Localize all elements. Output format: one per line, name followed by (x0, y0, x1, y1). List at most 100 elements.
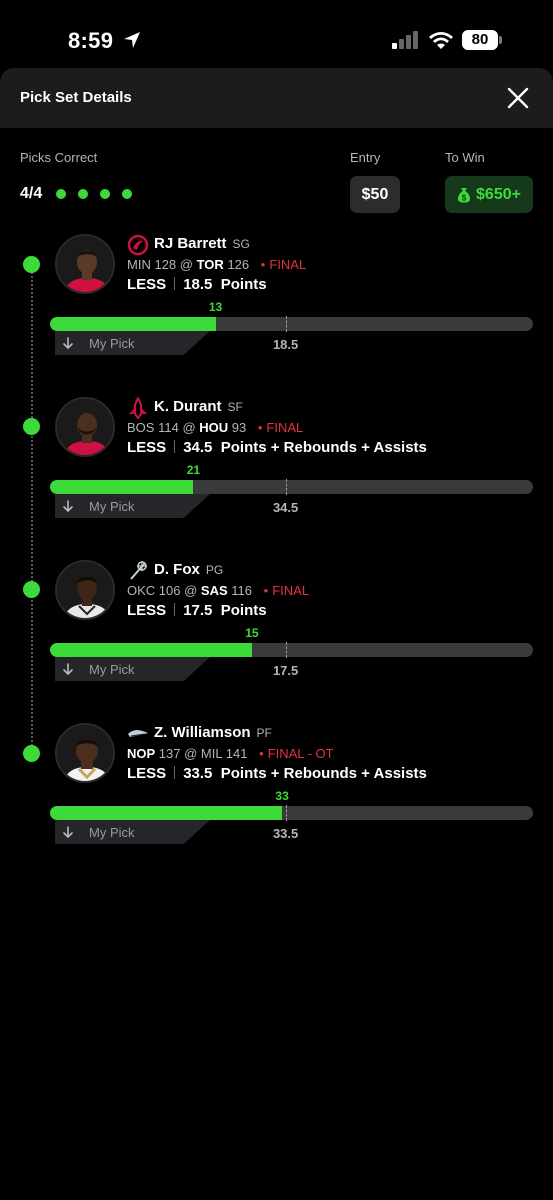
my-pick-tab[interactable]: My Pick (55, 331, 210, 355)
wifi-icon (429, 32, 453, 49)
pick-direction: LESS (127, 602, 167, 619)
status-separator: • (263, 583, 269, 598)
player-name-text: RJ Barrett (154, 235, 227, 252)
my-pick-label: My Pick (89, 335, 135, 351)
picks-correct-value: 4/4 (20, 185, 43, 202)
pick-projection: LESS 18.5 Points (127, 276, 267, 293)
player-position: SF (227, 400, 243, 414)
separator (174, 440, 176, 453)
player-position: PF (256, 726, 272, 740)
rockets-logo-icon (128, 397, 148, 419)
home-team: HOU (199, 420, 229, 435)
close-icon (507, 87, 529, 109)
my-pick-tab[interactable]: My Pick (55, 820, 210, 844)
money-bag-icon: $ (458, 187, 471, 202)
sheet-header: Pick Set Details (0, 68, 553, 128)
away-score: 114 (158, 420, 179, 435)
line-marker (285, 805, 287, 821)
arrow-down-icon (63, 337, 73, 349)
player-headshot-icon (57, 725, 113, 781)
player-name-text: Z. Williamson (154, 724, 251, 741)
to-win-label: To Win (445, 150, 485, 165)
player-name: K. Durant SF (154, 398, 243, 415)
player-name: D. Fox PG (154, 561, 223, 578)
player-name: Z. Williamson PF (154, 724, 272, 741)
game-score: MIN 128 @ TOR 126 • FINAL (127, 257, 307, 272)
game-status: FINAL - OT (267, 746, 334, 761)
line-label: 33.5 (272, 826, 299, 841)
line-label: 34.5 (272, 500, 299, 515)
game-status: FINAL (269, 257, 307, 272)
pick-line-value: 18.5 (183, 276, 213, 293)
player-name: RJ Barrett SG (154, 235, 250, 252)
entry-label: Entry (350, 150, 381, 165)
entry-amount: $50 (350, 176, 400, 213)
arrow-down-icon (63, 663, 73, 675)
pick-card[interactable]: Z. Williamson PF NOP 137 @ MIL 141 • FINAL… (0, 723, 553, 883)
actual-stat-label: 21 (186, 463, 201, 477)
pick-card[interactable]: D. Fox PG OKC 106 @ SAS 116 • FINAL LESS 17… (0, 560, 553, 720)
progress-track (50, 317, 533, 331)
pick-line-value: 17.5 (183, 602, 213, 619)
line-label: 18.5 (272, 337, 299, 352)
cellular-signal-icon (392, 31, 418, 49)
home-team: SAS (200, 583, 228, 598)
separator (174, 277, 176, 290)
actual-stat-label: 13 (208, 300, 223, 314)
my-pick-tab[interactable]: My Pick (55, 494, 210, 518)
page-title: Pick Set Details (20, 89, 132, 106)
game-score: BOS 114 @ HOU 93 • FINAL (127, 420, 304, 435)
battery-tip (499, 36, 502, 44)
player-avatar (55, 560, 115, 620)
player-avatar (55, 234, 115, 294)
away-score: 128 (154, 257, 177, 272)
correct-dot (56, 189, 66, 199)
player-headshot-icon (57, 562, 113, 618)
progress-track (50, 643, 533, 657)
pick-stat: Points (220, 276, 267, 293)
pick-direction: LESS (127, 276, 167, 293)
status-separator: • (260, 257, 266, 272)
player-name-text: K. Durant (154, 398, 222, 415)
away-score: 137 (158, 746, 181, 761)
home-score: 93 (231, 420, 247, 435)
player-headshot-icon (57, 236, 113, 292)
player-name-text: D. Fox (154, 561, 200, 578)
home-score: 126 (227, 257, 250, 272)
progress-track (50, 806, 533, 820)
away-team: BOS (127, 420, 155, 435)
away-team: NOP (127, 746, 156, 761)
battery-icon: 80 (462, 30, 502, 50)
home-score: 141 (225, 746, 248, 761)
svg-text:$: $ (462, 193, 467, 202)
actual-stat-label: 33 (275, 789, 289, 803)
line-marker (285, 479, 287, 495)
game-status: FINAL (266, 420, 304, 435)
progress-fill (50, 643, 252, 657)
line-marker (285, 316, 287, 332)
my-pick-tab[interactable]: My Pick (55, 657, 210, 681)
raptors-logo-icon (127, 234, 149, 256)
pick-card[interactable]: RJ Barrett SG MIN 128 @ TOR 126 • FINAL LE… (0, 234, 553, 394)
status-separator: • (257, 420, 263, 435)
spurs-logo-icon (130, 561, 147, 580)
arrow-down-icon (63, 826, 73, 838)
my-pick-label: My Pick (89, 824, 135, 840)
my-pick-label: My Pick (89, 661, 135, 677)
game-score: NOP 137 @ MIL 141 • FINAL - OT (127, 746, 334, 761)
arrow-down-icon (63, 500, 73, 512)
player-headshot-icon (57, 399, 113, 455)
pick-card[interactable]: K. Durant SF BOS 114 @ HOU 93 • FINAL LESS… (0, 397, 553, 557)
picks-correct-label: Picks Correct (20, 150, 98, 165)
pick-projection: LESS 17.5 Points (127, 602, 267, 619)
close-button[interactable] (500, 80, 536, 116)
player-position: SG (232, 237, 250, 251)
correct-dot (122, 189, 132, 199)
pick-line-value: 33.5 (183, 765, 213, 782)
line-marker (285, 642, 287, 658)
pick-direction: LESS (127, 765, 167, 782)
status-time: 8:59 (68, 28, 114, 53)
away-score: 106 (158, 583, 181, 598)
pick-direction: LESS (127, 439, 167, 456)
correct-dot (78, 189, 88, 199)
